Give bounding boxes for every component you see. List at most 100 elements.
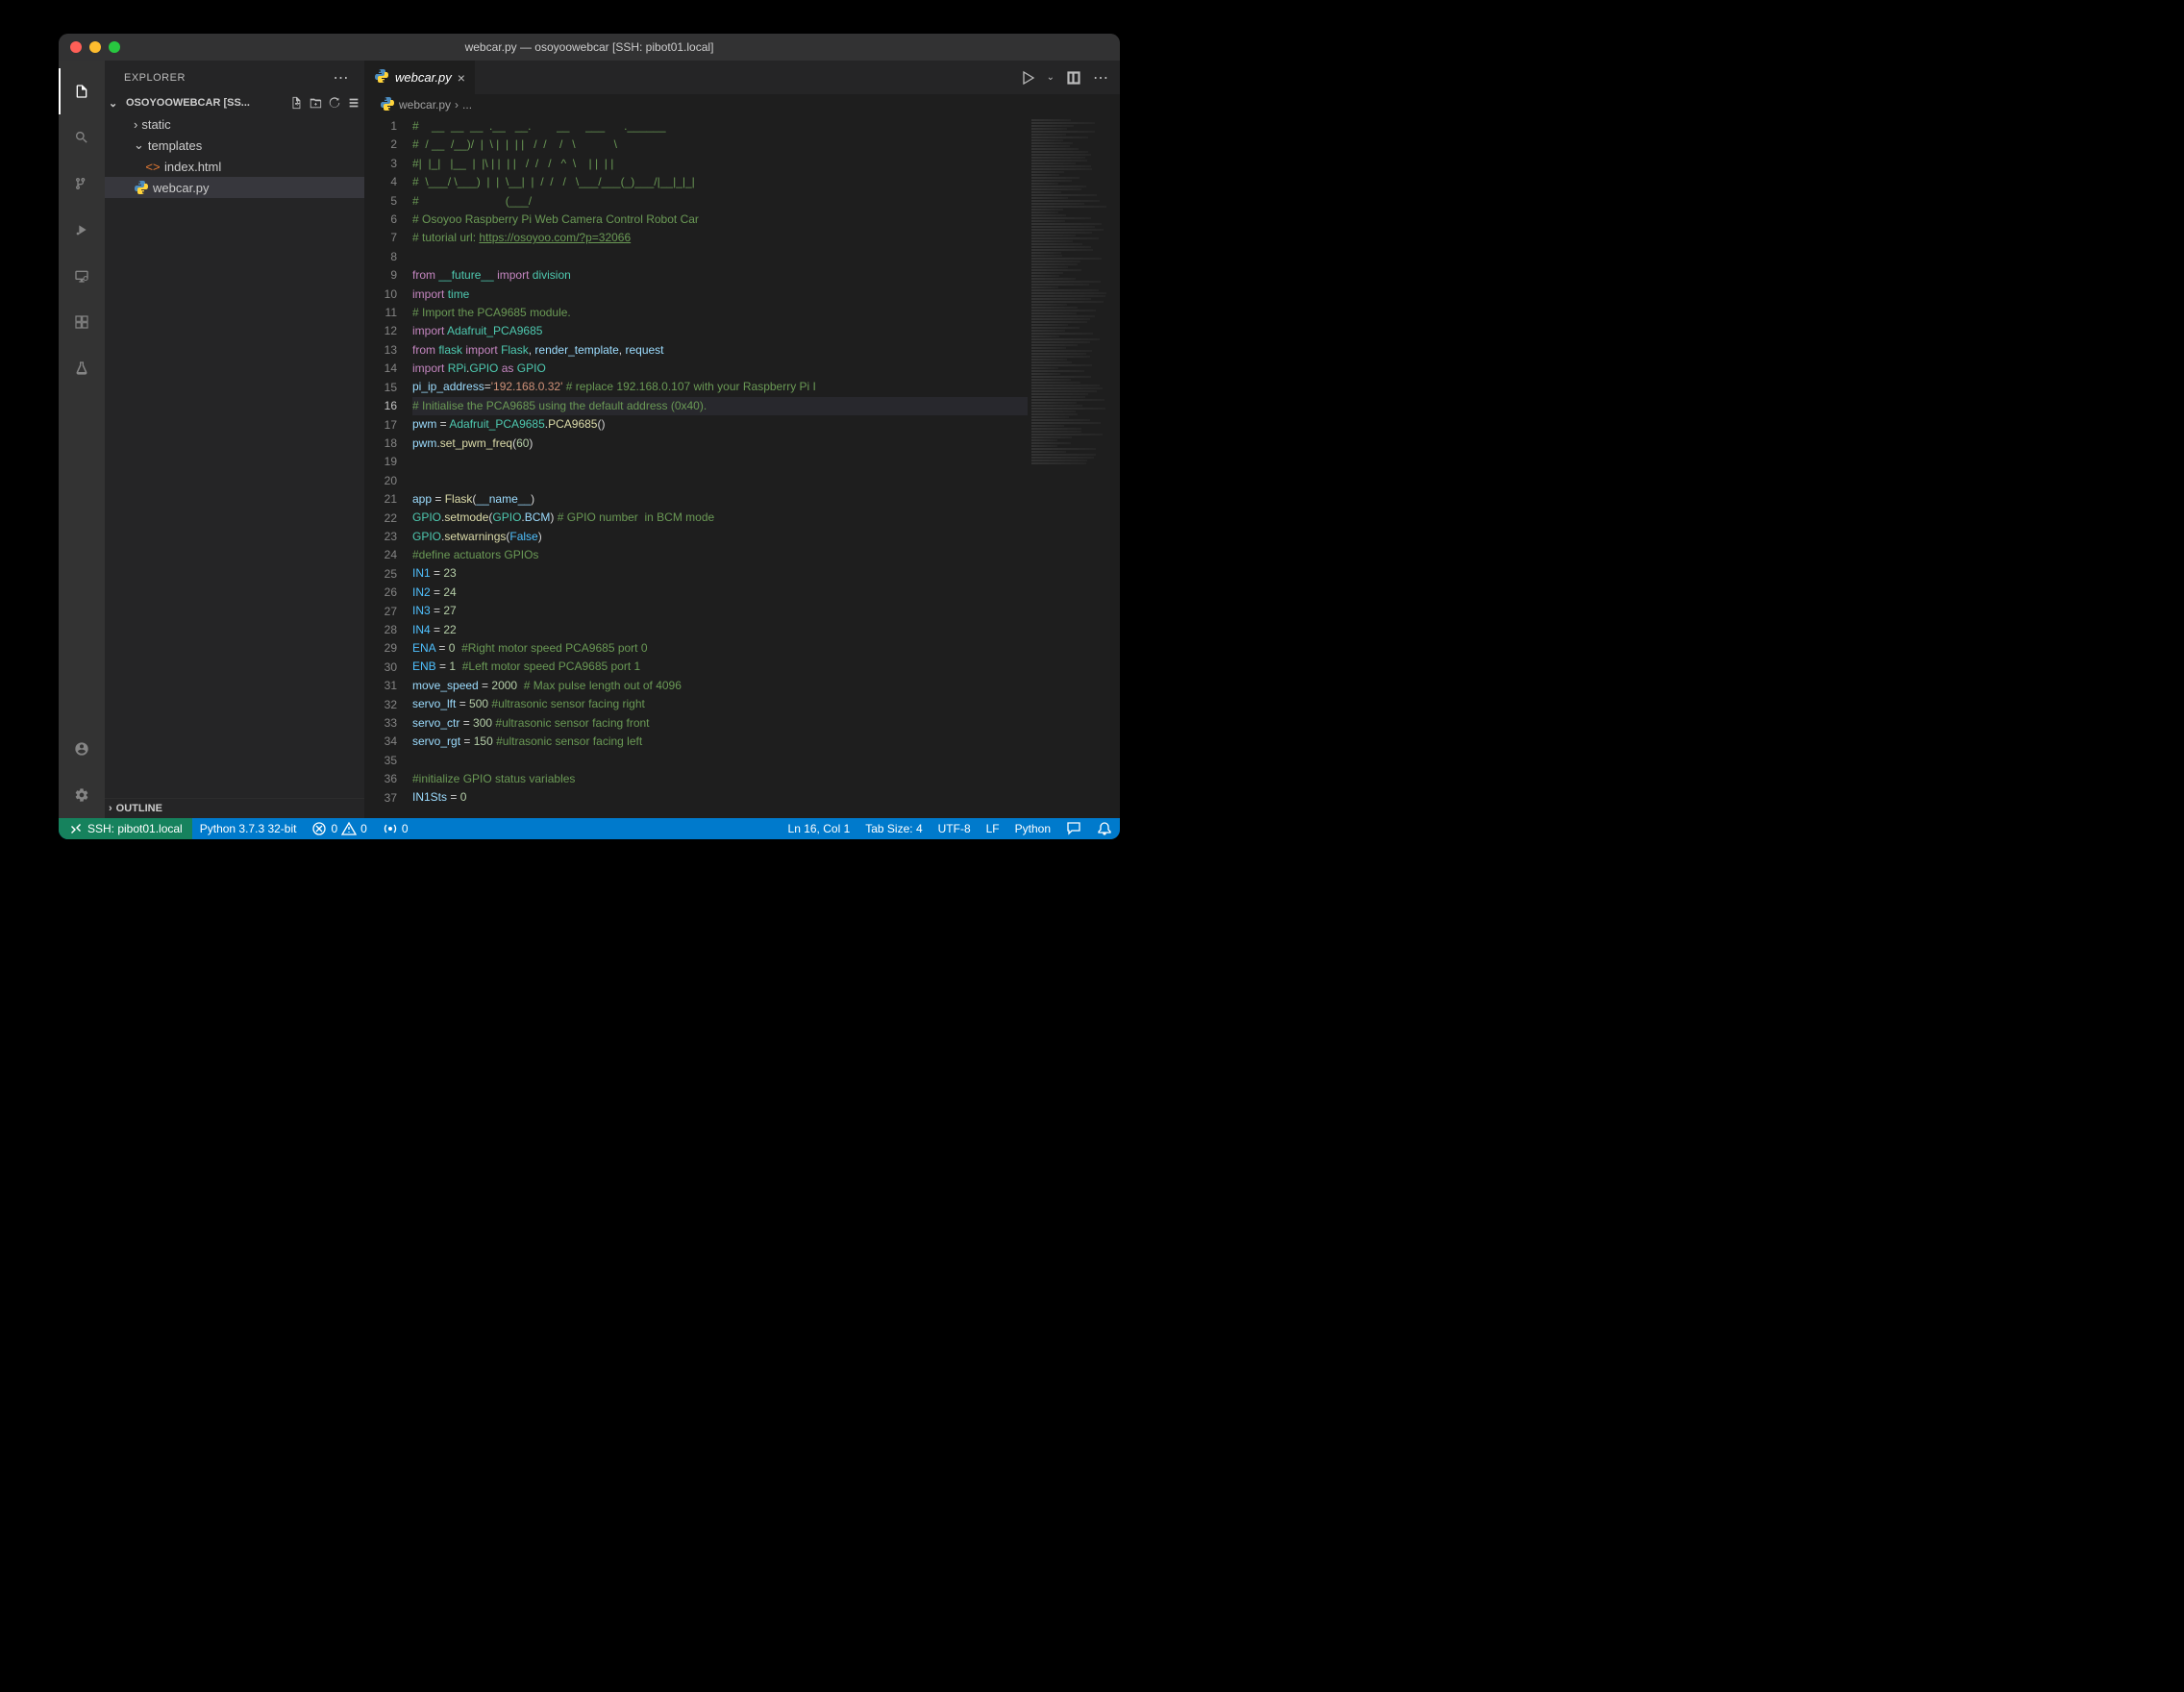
line-number: 20 [364,472,397,490]
line-number: 26 [364,584,397,602]
language-mode[interactable]: Python [1007,818,1058,839]
code-line: # __ __ __ .__ __. __ ___ .______ [412,117,1028,136]
code-line [412,453,1028,471]
status-bar: SSH: pibot01.local Python 3.7.3 32-bit 0… [59,818,1120,839]
code-line: pi_ip_address='192.168.0.32' # replace 1… [412,378,1028,396]
remote-explorer-activity[interactable] [59,253,105,299]
code-line: #initialize GPIO status variables [412,770,1028,788]
extensions-activity[interactable] [59,299,105,345]
refresh-icon[interactable] [328,96,341,110]
code-line: # (___/ [412,192,1028,211]
search-activity[interactable] [59,114,105,161]
feedback[interactable] [1058,818,1089,839]
error-icon [311,821,327,836]
maximize-traffic-light[interactable] [109,41,120,53]
breadcrumb[interactable]: webcar.py › ... [364,94,1120,115]
tab-size[interactable]: Tab Size: 4 [857,818,930,839]
play-bug-icon [74,222,89,237]
line-number: 14 [364,360,397,378]
encoding[interactable]: UTF-8 [931,818,979,839]
line-number: 11 [364,304,397,322]
breadcrumb-sep: › [455,98,459,112]
tab-webcar-py[interactable]: webcar.py × [364,61,476,94]
line-number: 1 [364,117,397,136]
line-number: 23 [364,528,397,546]
code-line: # Import the PCA9685 module. [412,304,1028,322]
breadcrumb-file: webcar.py [399,98,451,112]
activity-bar [59,61,105,818]
tree-file-webcar-py[interactable]: webcar.py [105,177,364,198]
line-number: 2 [364,136,397,154]
code-content[interactable]: # __ __ __ .__ __. __ ___ .______# / __ … [412,115,1028,818]
line-number: 12 [364,322,397,340]
split-editor-icon[interactable] [1066,70,1081,86]
line-number: 25 [364,565,397,584]
line-number: 35 [364,752,397,770]
minimap[interactable] [1028,115,1120,818]
minimize-traffic-light[interactable] [89,41,101,53]
titlebar: webcar.py — osoyoowebcar [SSH: pibot01.l… [59,34,1120,61]
testing-activity[interactable] [59,345,105,391]
close-traffic-light[interactable] [70,41,82,53]
sidebar: EXPLORER ⋯ ⌄ OSOYOOWEBCAR [SS... › [105,61,364,818]
line-number: 22 [364,510,397,528]
ports-indicator[interactable]: 0 [375,818,416,839]
line-number: 7 [364,229,397,247]
explorer-activity[interactable] [59,68,105,114]
code-line: import RPi.GPIO as GPIO [412,360,1028,378]
code-line: servo_rgt = 150 #ultrasonic sensor facin… [412,733,1028,751]
outline-section[interactable]: › OUTLINE [105,798,364,818]
chevron-down-icon: ⌄ [109,97,122,110]
line-number: 15 [364,379,397,397]
code-line: from __future__ import division [412,266,1028,285]
tree-folder-static[interactable]: › static [105,113,364,135]
run-debug-activity[interactable] [59,207,105,253]
new-folder-icon[interactable] [309,96,322,110]
code-line: IN1 = 23 [412,564,1028,583]
more-icon[interactable]: ⋯ [1093,68,1108,87]
sidebar-more-icon[interactable]: ⋯ [334,68,350,87]
run-icon[interactable] [1020,70,1035,86]
source-control-activity[interactable] [59,161,105,207]
close-icon[interactable]: × [458,70,465,86]
notifications[interactable] [1089,818,1120,839]
code-line: from flask import Flask, render_template… [412,341,1028,360]
code-line: # tutorial url: https://osoyoo.com/?p=32… [412,229,1028,247]
bell-icon [1097,821,1112,836]
breadcrumb-more: ... [462,98,472,112]
code-line: #| |_| |__ | |\ | | | | / / / ^ \ | | | … [412,155,1028,173]
line-number: 3 [364,155,397,173]
line-number: 18 [364,435,397,453]
python-file-icon [134,180,149,195]
editor-body: 1234567891011121314151617181920212223242… [364,115,1120,818]
line-number: 28 [364,621,397,639]
explorer-actions [289,96,360,110]
accounts-activity[interactable] [59,726,105,772]
tree-file-index-html[interactable]: <> index.html [105,156,364,177]
eol[interactable]: LF [979,818,1007,839]
settings-activity[interactable] [59,772,105,818]
explorer-title: EXPLORER [124,72,186,84]
main-area: EXPLORER ⋯ ⌄ OSOYOOWEBCAR [SS... › [59,61,1120,818]
python-file-icon [374,68,389,87]
remote-indicator[interactable]: SSH: pibot01.local [59,818,192,839]
collapse-all-icon[interactable] [347,96,360,110]
line-number: 9 [364,266,397,285]
tree-folder-templates[interactable]: ⌄ templates [105,135,364,156]
cursor-position[interactable]: Ln 16, Col 1 [781,818,858,839]
tab-actions: ⌄ ⋯ [1020,61,1120,94]
code-line: pwm = Adafruit_PCA9685.PCA9685() [412,415,1028,434]
line-number: 5 [364,192,397,211]
line-number: 31 [364,677,397,695]
problems-indicator[interactable]: 0 0 [304,818,374,839]
python-interpreter[interactable]: Python 3.7.3 32-bit [192,818,305,839]
code-line: IN2 = 24 [412,584,1028,602]
code-line: ENB = 1 #Left motor speed PCA9685 port 1 [412,658,1028,676]
new-file-icon[interactable] [289,96,303,110]
chevron-down-icon[interactable]: ⌄ [1047,72,1055,83]
line-number: 29 [364,639,397,658]
workspace-header[interactable]: ⌄ OSOYOOWEBCAR [SS... [105,94,364,112]
remote-label: SSH: pibot01.local [87,822,183,835]
remote-icon [74,268,89,284]
code-line: # / __ /__)/ | \ | | | | / / / \ \ [412,136,1028,154]
